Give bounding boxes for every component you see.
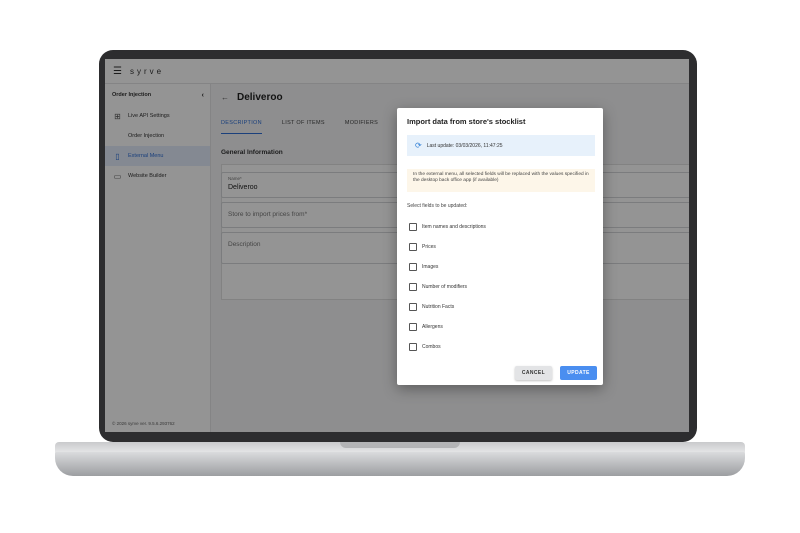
checkbox-combos[interactable]: Combos xyxy=(409,337,486,357)
checkbox-label: Images xyxy=(422,264,439,270)
update-button[interactable]: UPDATE xyxy=(560,366,597,380)
checkbox-label: Item names and descriptions xyxy=(422,224,486,230)
import-dialog: Import data from store's stocklist ⟳ Las… xyxy=(397,108,603,385)
checkbox-allergens[interactable]: Allergens xyxy=(409,317,486,337)
app-screen: ☰ syrve Order Injection ‹ ⊞ Live API Set… xyxy=(105,59,689,432)
checkbox[interactable] xyxy=(409,243,417,251)
dialog-title: Import data from store's stocklist xyxy=(407,117,526,126)
checkbox[interactable] xyxy=(409,263,417,271)
checkbox-label: Allergens xyxy=(422,324,443,330)
checkbox[interactable] xyxy=(409,283,417,291)
warning-message: In the external menu, all selected field… xyxy=(407,169,595,192)
laptop-base xyxy=(55,452,745,476)
checkbox-label: Nutrition Facts xyxy=(422,304,455,310)
checkbox[interactable] xyxy=(409,343,417,351)
checkbox[interactable] xyxy=(409,323,417,331)
field-checkbox-list: Item names and descriptions Prices Image… xyxy=(409,217,486,357)
checkbox[interactable] xyxy=(409,303,417,311)
laptop-notch xyxy=(340,442,460,448)
checkbox-label: Prices xyxy=(422,244,436,250)
checkbox-label: Number of modifiers xyxy=(422,284,468,290)
sync-icon: ⟳ xyxy=(415,141,422,150)
checkbox-prices[interactable]: Prices xyxy=(409,237,486,257)
checkbox-images[interactable]: Images xyxy=(409,257,486,277)
select-fields-label: Select fields to be updated: xyxy=(407,203,468,209)
checkbox-label: Combos xyxy=(422,344,441,350)
checkbox-nutrition-facts[interactable]: Nutrition Facts xyxy=(409,297,486,317)
last-update-text: Last update: 03/03/2026, 11:47:25 xyxy=(426,142,503,149)
checkbox-number-of-modifiers[interactable]: Number of modifiers xyxy=(409,277,486,297)
cancel-button[interactable]: CANCEL xyxy=(515,366,552,380)
checkbox[interactable] xyxy=(409,223,417,231)
last-update-bar: ⟳ Last update: 03/03/2026, 11:47:25 xyxy=(407,135,595,156)
checkbox-item-names[interactable]: Item names and descriptions xyxy=(409,217,486,237)
